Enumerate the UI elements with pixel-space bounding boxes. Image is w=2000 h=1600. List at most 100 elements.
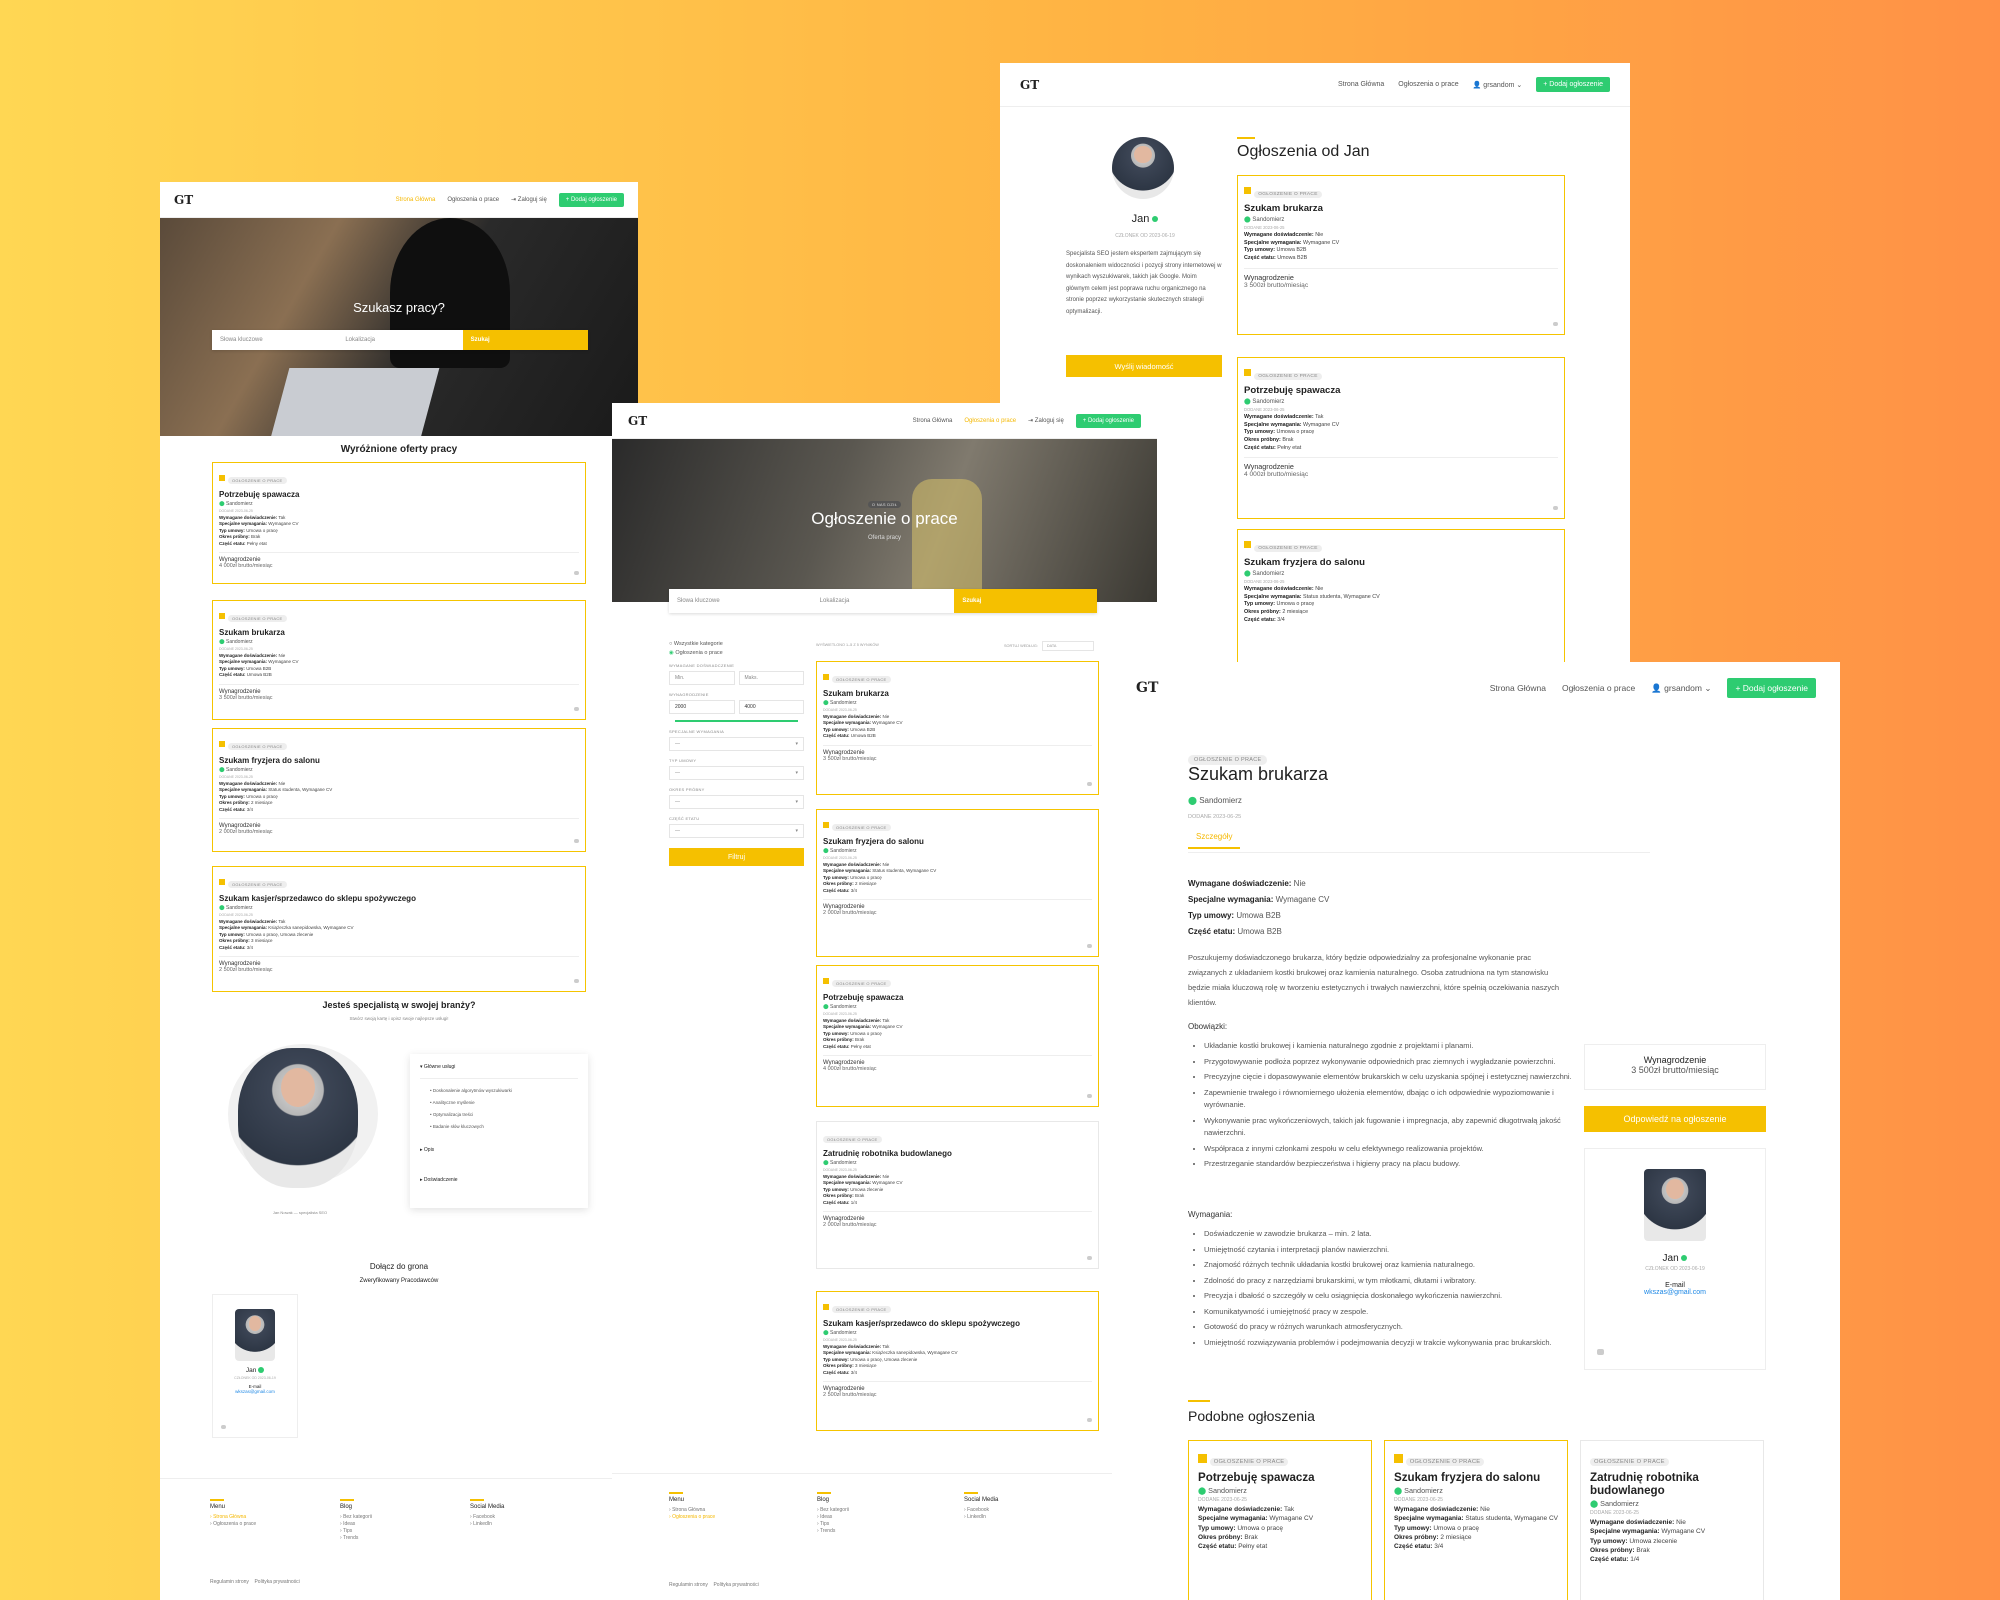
job-card[interactable]: OGŁOSZENIE O PRACE Szukam fryzjera do sal… [1384, 1440, 1568, 1600]
salary-max-input[interactable]: 4000 [738, 700, 804, 714]
job-card[interactable]: OGŁOSZENIE O PRACE Szukam brukarza ⬤ Sando… [1237, 175, 1565, 335]
job-card[interactable]: OGŁOSZENIE O PRACE Szukam brukarza ⬤ Sando… [212, 600, 586, 720]
user-menu[interactable]: 👤 grsandom ⌄ [1473, 81, 1523, 89]
chat-icon[interactable] [574, 839, 579, 843]
chat-icon[interactable] [1553, 322, 1558, 326]
footer-menu-item[interactable]: › Ogłoszenia o prace [669, 1514, 715, 1521]
logo[interactable]: GT [174, 193, 193, 207]
footer-social-item[interactable]: › Facebook [470, 1514, 495, 1521]
nav-home-link[interactable]: Strona Główna [1338, 81, 1384, 88]
card-title[interactable]: Szukam fryzjera do salonu [219, 756, 579, 765]
logo[interactable]: GT [1020, 78, 1039, 92]
job-card[interactable]: OGŁOSZENIE O PRACE Zatrudnię robotnika bu… [1580, 1440, 1764, 1600]
location-input[interactable]: Lokalizacja [812, 598, 955, 604]
nav-offers-link[interactable]: Ogłoszenia o prace [1398, 81, 1458, 88]
chat-icon[interactable] [221, 1425, 226, 1429]
accordion-main-header[interactable]: ▾ Główne usługi [420, 1064, 578, 1070]
card-title[interactable]: Potrzebuję spawacza [1198, 1471, 1362, 1484]
footer-menu-item[interactable]: › Strona Główna [210, 1514, 256, 1521]
privacy-link[interactable]: Polityka prywatności [254, 1579, 299, 1585]
footer-social-item[interactable]: › LinkedIn [470, 1521, 495, 1528]
job-card[interactable]: OGŁOSZENIE O PRACE Potrzebuję spawacza ⬤ S… [816, 965, 1099, 1107]
chat-icon[interactable] [574, 571, 579, 575]
chat-icon[interactable] [574, 707, 579, 711]
footer-menu-item[interactable]: › Strona Główna [669, 1507, 715, 1514]
footer-blog-item[interactable]: › Bez kategorii [817, 1507, 849, 1514]
keywords-input[interactable]: Słowa kluczowe [669, 598, 812, 604]
job-card[interactable]: OGŁOSZENIE O PRACE Potrzebuję spawacza ⬤ S… [1188, 1440, 1372, 1600]
nav-offers-link[interactable]: Ogłoszenia o prace [447, 197, 499, 203]
footer-blog-item[interactable]: › Bez kategorii [340, 1514, 372, 1521]
footer-social-item[interactable]: › LinkedIn [964, 1514, 989, 1521]
reply-button[interactable]: Odpowiedź na ogłoszenie [1584, 1106, 1766, 1132]
tab-details[interactable]: Szczegóły [1188, 830, 1241, 849]
chat-icon[interactable] [1087, 1094, 1092, 1098]
card-title[interactable]: Szukam brukarza [1244, 203, 1558, 214]
trial-select[interactable]: — ▾ [669, 795, 804, 809]
card-title[interactable]: Potrzebuję spawacza [823, 993, 1092, 1002]
card-title[interactable]: Szukam brukarza [219, 628, 579, 637]
footer-blog-item[interactable]: › Trends [817, 1528, 849, 1535]
search-button[interactable]: Szukaj [462, 330, 588, 350]
add-offer-button[interactable]: + Dodaj ogłoszenie [1536, 77, 1610, 92]
job-card[interactable]: OGŁOSZENIE O PRACE Szukam brukarza ⬤ Sando… [816, 661, 1099, 795]
job-card[interactable]: OGŁOSZENIE O PRACE Potrzebuję spawacza ⬤ S… [1237, 357, 1565, 519]
add-offer-button[interactable]: + Dodaj ogłoszenie [1075, 413, 1141, 428]
footer-blog-item[interactable]: › Ideas [340, 1521, 372, 1528]
nav-login-link[interactable]: ⇥ Zaloguj się [511, 196, 547, 203]
terms-link[interactable]: Regulamin strony [210, 1579, 249, 1585]
chat-icon[interactable] [1087, 1256, 1092, 1260]
part-select[interactable]: — ▾ [669, 824, 804, 838]
card-title[interactable]: Szukam brukarza [823, 689, 1092, 698]
sort-select[interactable]: DATA [1041, 641, 1094, 651]
footer-blog-item[interactable]: › Ideas [817, 1514, 849, 1521]
terms-link[interactable]: Regulamin strony [669, 1582, 708, 1588]
card-title[interactable]: Szukam fryzjera do salonu [1394, 1471, 1558, 1484]
chat-icon[interactable] [1087, 1418, 1092, 1422]
job-card[interactable]: OGŁOSZENIE O PRACE Potrzebuję spawacza ⬤ S… [212, 462, 586, 584]
add-offer-button[interactable]: + Dodaj ogłoszenie [558, 192, 624, 207]
send-message-button[interactable]: Wyślij wiadomość [1066, 355, 1222, 377]
employer-email[interactable]: wkszas@gmail.com [1585, 1289, 1765, 1296]
footer-menu-item[interactable]: › Ogłoszenia o prace [210, 1521, 256, 1528]
footer-social-item[interactable]: › Facebook [964, 1507, 989, 1514]
card-title[interactable]: Szukam kasjer/sprzedawco do sklepu spoży… [823, 1319, 1092, 1328]
employer-email[interactable]: wkszas@gmail.com [213, 1389, 297, 1394]
card-title[interactable]: Szukam fryzjera do salonu [1244, 557, 1558, 568]
accordion-opis-header[interactable]: ▸ Opis [420, 1147, 578, 1153]
max-input[interactable]: Maks. [738, 671, 804, 685]
job-card[interactable]: OGŁOSZENIE O PRACE Szukam kasjer/sprzedaw… [816, 1291, 1099, 1431]
job-card[interactable]: OGŁOSZENIE O PRACE Szukam fryzjera do sal… [1237, 529, 1565, 663]
location-input[interactable]: Lokalizacja [337, 337, 462, 343]
logo[interactable]: GT [628, 414, 647, 428]
footer-blog-item[interactable]: › Trends [340, 1535, 372, 1542]
job-card[interactable]: OGŁOSZENIE O PRACE Szukam fryzjera do sal… [212, 728, 586, 852]
type-select[interactable]: — ▾ [669, 766, 804, 780]
nav-login-link[interactable]: ⇥ Zaloguj się [1028, 417, 1064, 424]
job-card[interactable]: OGŁOSZENIE O PRACE Szukam fryzjera do sal… [816, 809, 1099, 957]
job-card[interactable]: OGŁOSZENIE O PRACE Szukam kasjer/sprzedaw… [212, 866, 586, 992]
privacy-link[interactable]: Polityka prywatności [713, 1582, 758, 1588]
card-title[interactable]: Szukam fryzjera do salonu [823, 837, 1092, 846]
nav-offers-link[interactable]: Ogłoszenia o prace [964, 418, 1016, 424]
user-menu[interactable]: 👤 grsandom ⌄ [1651, 683, 1711, 694]
card-title[interactable]: Zatrudnię robotnika budowlanego [1590, 1471, 1754, 1497]
chat-icon[interactable] [1553, 506, 1558, 510]
filter-job-offers[interactable]: ◉ Ogłoszenia o prace [669, 650, 804, 656]
search-button[interactable]: Szukaj [954, 589, 1098, 613]
nav-offers-link[interactable]: Ogłoszenia o prace [1562, 683, 1635, 693]
chat-icon[interactable] [1597, 1349, 1604, 1355]
chat-icon[interactable] [1087, 782, 1092, 786]
chat-icon[interactable] [574, 979, 579, 983]
accordion-exp-header[interactable]: ▸ Doświadczenie [420, 1177, 578, 1183]
req-select[interactable]: — ▾ [669, 737, 804, 751]
card-title[interactable]: Potrzebuję spawacza [219, 490, 579, 499]
min-input[interactable]: Min. [669, 671, 735, 685]
keywords-input[interactable]: Słowa kluczowe [212, 337, 337, 343]
sort-control[interactable]: SORTUJ WEDŁUG: DATA [1004, 641, 1094, 651]
card-title[interactable]: Zatrudnię robotnika budowlanego [823, 1149, 1092, 1158]
add-offer-button[interactable]: + Dodaj ogłoszenie [1727, 678, 1816, 698]
card-title[interactable]: Potrzebuję spawacza [1244, 385, 1558, 396]
salary-min-input[interactable]: 2000 [669, 700, 735, 714]
nav-home-link[interactable]: Strona Główna [1490, 683, 1546, 693]
